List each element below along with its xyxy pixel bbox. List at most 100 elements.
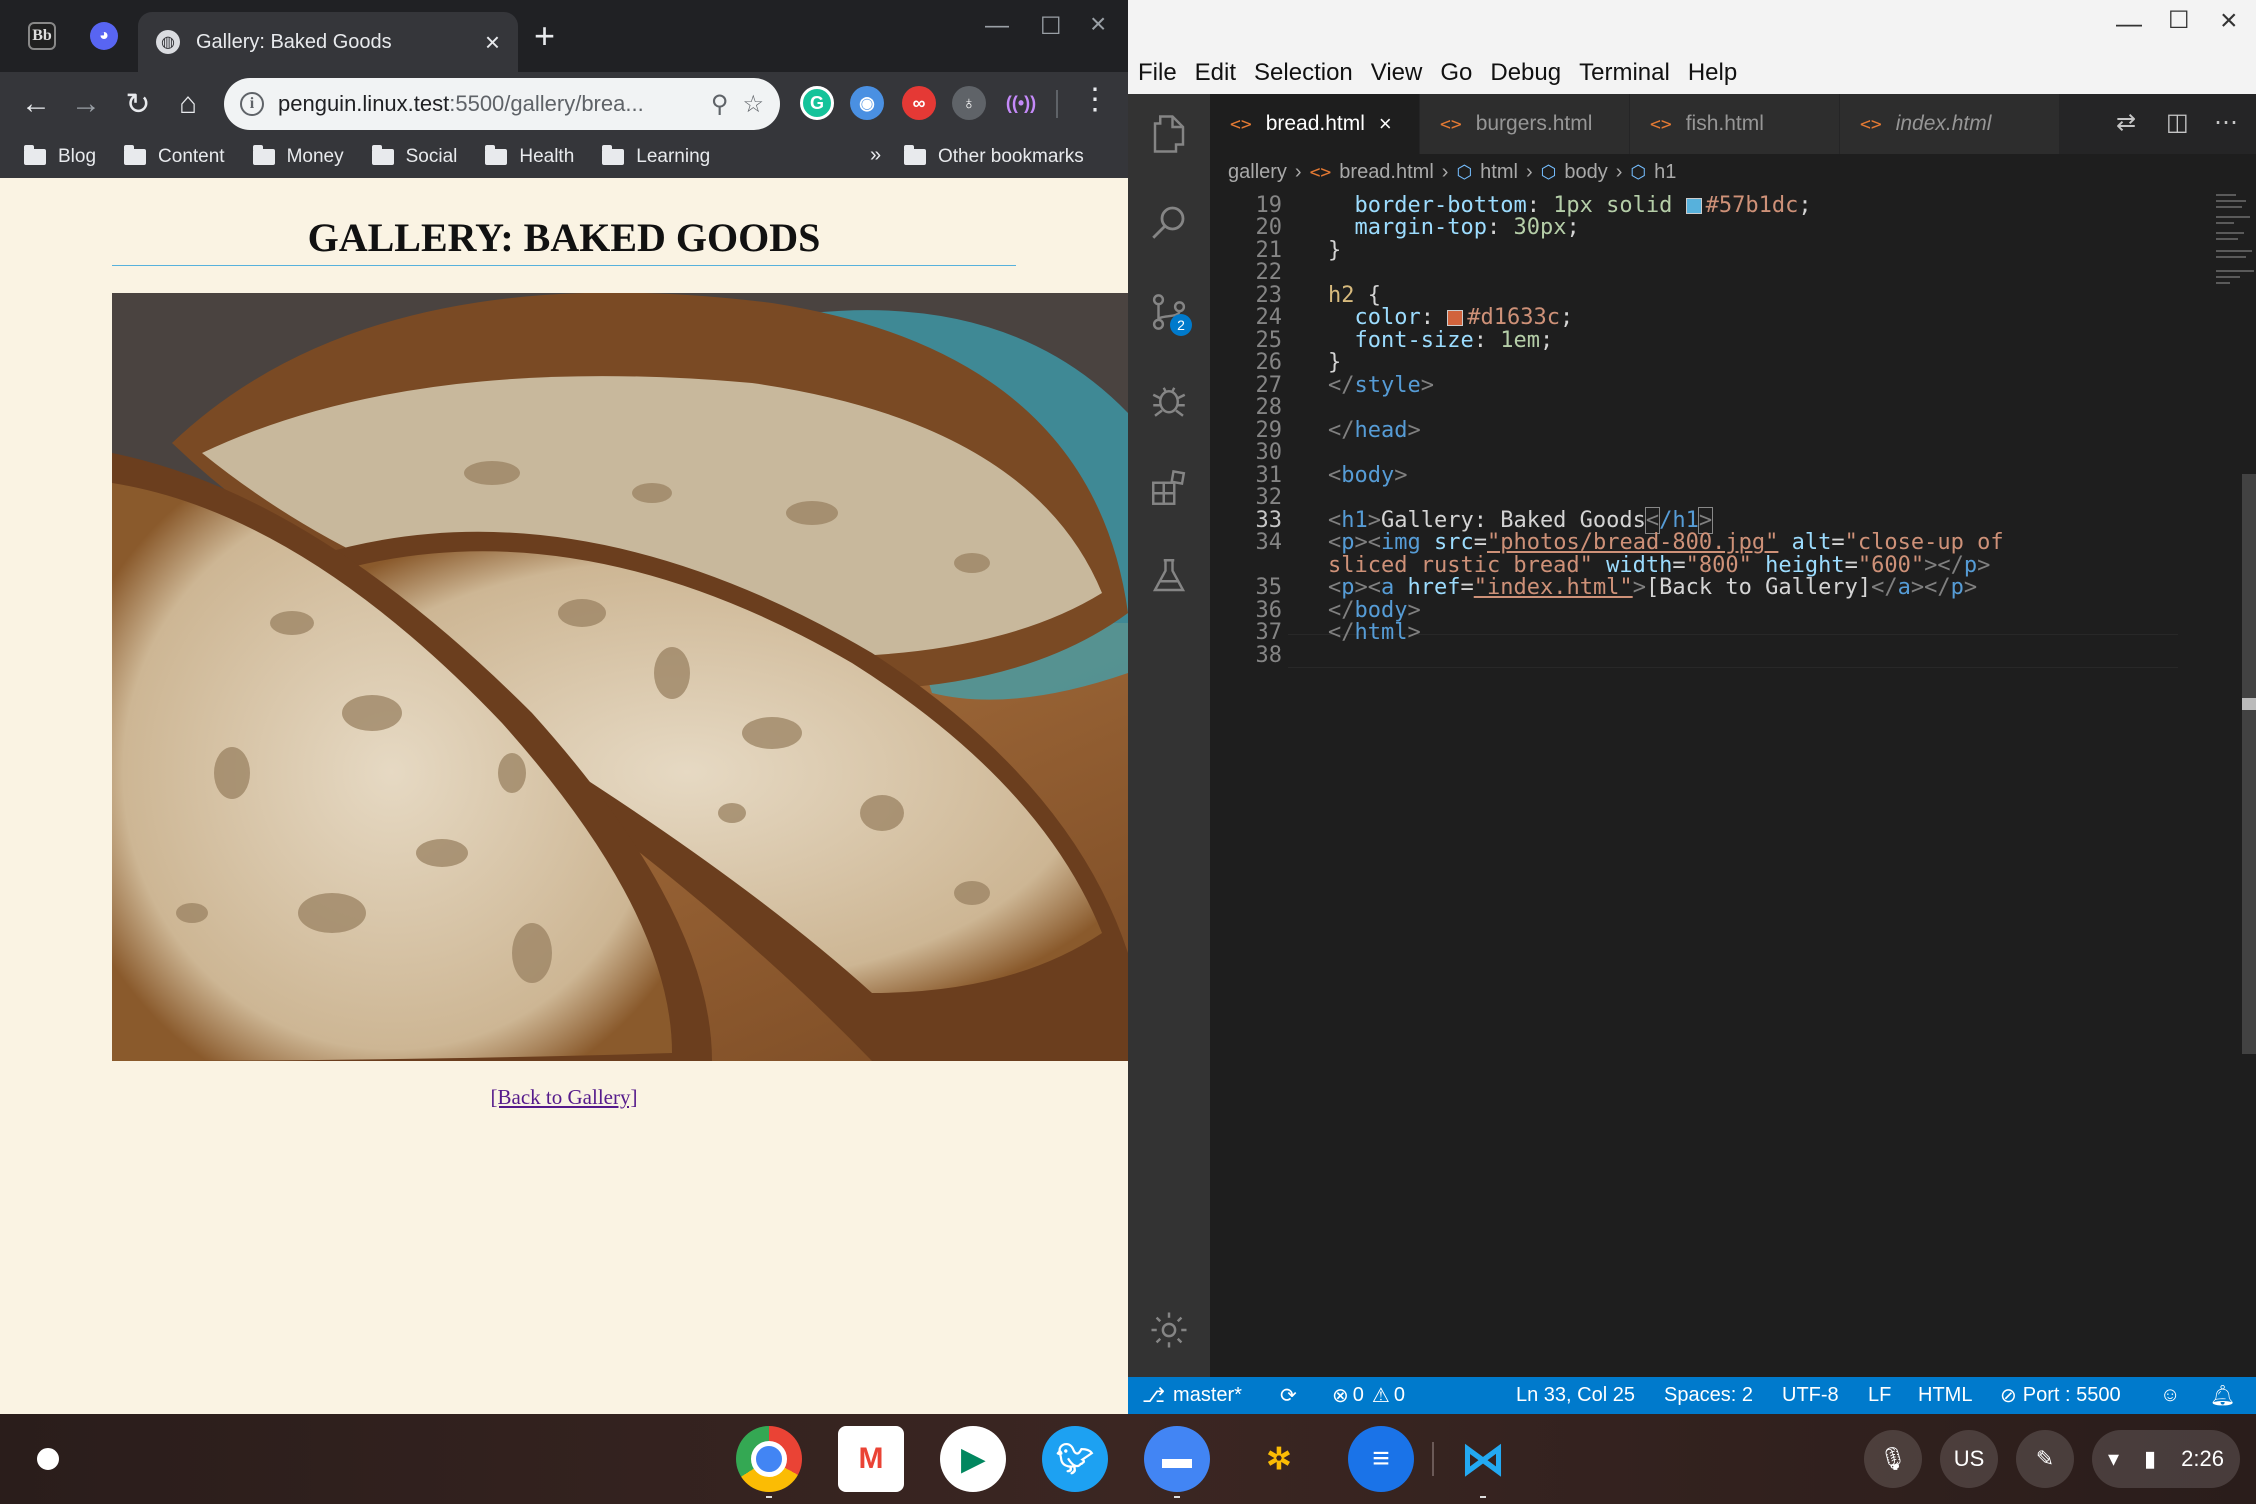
breadcrumb-body[interactable]: ⬡ body — [1541, 161, 1608, 184]
twitter-app-icon[interactable]: 🐦︎ — [1042, 1426, 1108, 1492]
close-window-button[interactable]: × — [1090, 8, 1106, 40]
photos-app-icon[interactable]: ✲ — [1246, 1426, 1312, 1492]
bookmark-folder-learning[interactable]: Learning — [602, 145, 710, 168]
error-icon: ⊗ — [1332, 1385, 1349, 1407]
settings-gear-icon[interactable] — [1128, 1290, 1210, 1370]
vscode-app-icon[interactable]: ⋈ — [1450, 1426, 1516, 1492]
stylus-tools-icon[interactable]: ✎ — [2016, 1430, 2074, 1488]
bookmark-folder-blog[interactable]: Blog — [24, 145, 97, 168]
code-editor[interactable]: 19 border-bottom: 1px solid #57b1dc; 20 … — [1210, 190, 2256, 1377]
grammarly-extension-icon[interactable]: G — [800, 86, 834, 120]
more-actions-icon[interactable]: ⋯ — [2214, 108, 2238, 137]
split-editor-icon[interactable]: ◫ — [2166, 108, 2189, 137]
new-tab-button[interactable]: + — [534, 18, 555, 54]
branch-name: master* — [1173, 1384, 1242, 1406]
tab-bread-html[interactable]: <> bread.html × — [1210, 94, 1420, 154]
bookmark-label: Blog — [58, 146, 97, 167]
menu-go[interactable]: Go — [1440, 59, 1472, 87]
back-button[interactable]: ← — [12, 80, 60, 128]
extension-bulb-icon[interactable]: ♁ — [952, 86, 986, 120]
sync-icon[interactable]: ⟳ — [1280, 1377, 1297, 1414]
color-swatch[interactable] — [1447, 310, 1464, 326]
zoom-icon[interactable]: ⚲ — [711, 90, 729, 119]
site-info-icon[interactable]: i — [240, 92, 264, 116]
home-button[interactable]: ⌂ — [164, 80, 212, 128]
tab-close-icon[interactable]: × — [1379, 111, 1392, 137]
play-store-app-icon[interactable]: ▶ — [940, 1426, 1006, 1492]
language-mode[interactable]: HTML — [1918, 1377, 1972, 1414]
forward-button[interactable]: → — [62, 80, 110, 128]
extension-globe-icon[interactable]: ◉ — [850, 86, 884, 120]
gmail-app-icon[interactable]: M — [838, 1426, 904, 1492]
maximize-button[interactable]: ☐ — [1040, 12, 1062, 41]
source-control-icon[interactable]: 2 — [1128, 272, 1210, 352]
prohibited-icon: ⊘ — [2000, 1385, 2017, 1407]
chevron-right-icon: › — [1441, 160, 1449, 183]
explorer-icon[interactable] — [1128, 94, 1210, 174]
problems-indicator[interactable]: ⊗ 0 ⚠ 0 — [1332, 1377, 1405, 1414]
system-tray[interactable]: ▾ ▮ 2:26 — [2092, 1430, 2240, 1488]
tab-fish-html[interactable]: <> fish.html — [1630, 94, 1840, 154]
extensions-icon[interactable] — [1128, 448, 1210, 528]
chrome-menu-icon[interactable]: ⋮ — [1080, 82, 1110, 117]
address-bar[interactable]: i penguin.linux.test :5500/gallery/brea.… — [224, 78, 780, 130]
file-encoding[interactable]: UTF-8 — [1782, 1377, 1839, 1414]
bookmark-folder-money[interactable]: Money — [252, 145, 344, 168]
pinned-tab-blackboard[interactable]: Bb — [14, 14, 70, 58]
bookmark-star-icon[interactable]: ☆ — [742, 90, 764, 119]
testing-flask-icon[interactable] — [1128, 536, 1210, 616]
bread-photo — [112, 293, 1128, 1061]
back-to-gallery-link[interactable]: [Back to Gallery] — [0, 1085, 1128, 1110]
cursor-position[interactable]: Ln 33, Col 25 — [1516, 1377, 1635, 1414]
live-server-port[interactable]: ⊘ Port : 5500 — [2000, 1377, 2121, 1414]
keyboard-layout-indicator[interactable]: US — [1940, 1430, 1998, 1488]
close-window-button[interactable]: × — [2220, 4, 2238, 38]
search-icon[interactable] — [1128, 182, 1210, 262]
minimize-button[interactable]: — — [2116, 8, 2142, 39]
menu-view[interactable]: View — [1371, 59, 1423, 87]
menu-terminal[interactable]: Terminal — [1579, 59, 1670, 87]
pinned-tab-discord[interactable]: ◕ — [76, 14, 132, 58]
other-bookmarks-folder[interactable]: Other bookmarks — [904, 136, 1084, 178]
cube-icon: ⬡ — [1540, 161, 1557, 182]
feedback-icon[interactable]: ☺ — [2160, 1377, 2180, 1414]
minimap[interactable] — [2210, 190, 2256, 310]
notifications-bell-icon[interactable]: 🔔︎ — [2210, 1377, 2235, 1414]
bookmark-folder-health[interactable]: Health — [485, 145, 574, 168]
menu-help[interactable]: Help — [1688, 59, 1737, 87]
menu-debug[interactable]: Debug — [1490, 59, 1561, 87]
minimize-button[interactable]: — — [985, 12, 1009, 40]
microphone-icon[interactable]: 🎙︎ — [1864, 1430, 1922, 1488]
open-changes-icon[interactable]: ⇄ — [2116, 108, 2136, 137]
indentation[interactable]: Spaces: 2 — [1664, 1377, 1753, 1414]
extension-broadcast-icon[interactable]: ((•)) — [1004, 86, 1038, 120]
browser-tab-active[interactable]: ◍ Gallery: Baked Goods × — [138, 12, 518, 72]
reload-button[interactable]: ↻ — [114, 80, 162, 128]
bookmarks-overflow-button[interactable]: » — [870, 144, 881, 167]
breadcrumb-html[interactable]: ⬡ html — [1456, 161, 1518, 184]
html-file-icon: <> — [1440, 113, 1462, 135]
launcher-button[interactable] — [24, 1435, 72, 1483]
breadcrumb-gallery[interactable]: gallery — [1228, 161, 1287, 184]
tab-burgers-html[interactable]: <> burgers.html — [1420, 94, 1630, 154]
breadcrumb-h1[interactable]: ⬡ h1 — [1630, 161, 1676, 184]
menu-selection[interactable]: Selection — [1254, 59, 1353, 87]
end-of-line[interactable]: LF — [1868, 1377, 1891, 1414]
folder-icon — [904, 145, 926, 165]
branch-indicator[interactable]: ⎇ master* — [1142, 1377, 1242, 1414]
menu-edit[interactable]: Edit — [1195, 59, 1236, 87]
messages-app-icon[interactable]: ≡ — [1348, 1426, 1414, 1492]
files-app-icon[interactable]: ▬ — [1144, 1426, 1210, 1492]
tab-index-html[interactable]: <> index.html — [1840, 94, 2060, 154]
maximize-button[interactable]: ☐ — [2168, 6, 2190, 35]
bookmark-folder-social[interactable]: Social — [371, 145, 457, 168]
menu-file[interactable]: File — [1138, 59, 1177, 87]
tab-close-icon[interactable]: × — [485, 29, 500, 55]
chrome-app-icon[interactable] — [736, 1426, 802, 1492]
debug-icon[interactable] — [1128, 360, 1210, 440]
breadcrumb-file[interactable]: <> bread.html — [1310, 161, 1434, 184]
vertical-scrollbar[interactable] — [2242, 474, 2256, 1054]
blackboard-icon: Bb — [28, 22, 56, 50]
extension-red-icon[interactable]: ∞ — [902, 86, 936, 120]
bookmark-folder-content[interactable]: Content — [124, 145, 225, 168]
